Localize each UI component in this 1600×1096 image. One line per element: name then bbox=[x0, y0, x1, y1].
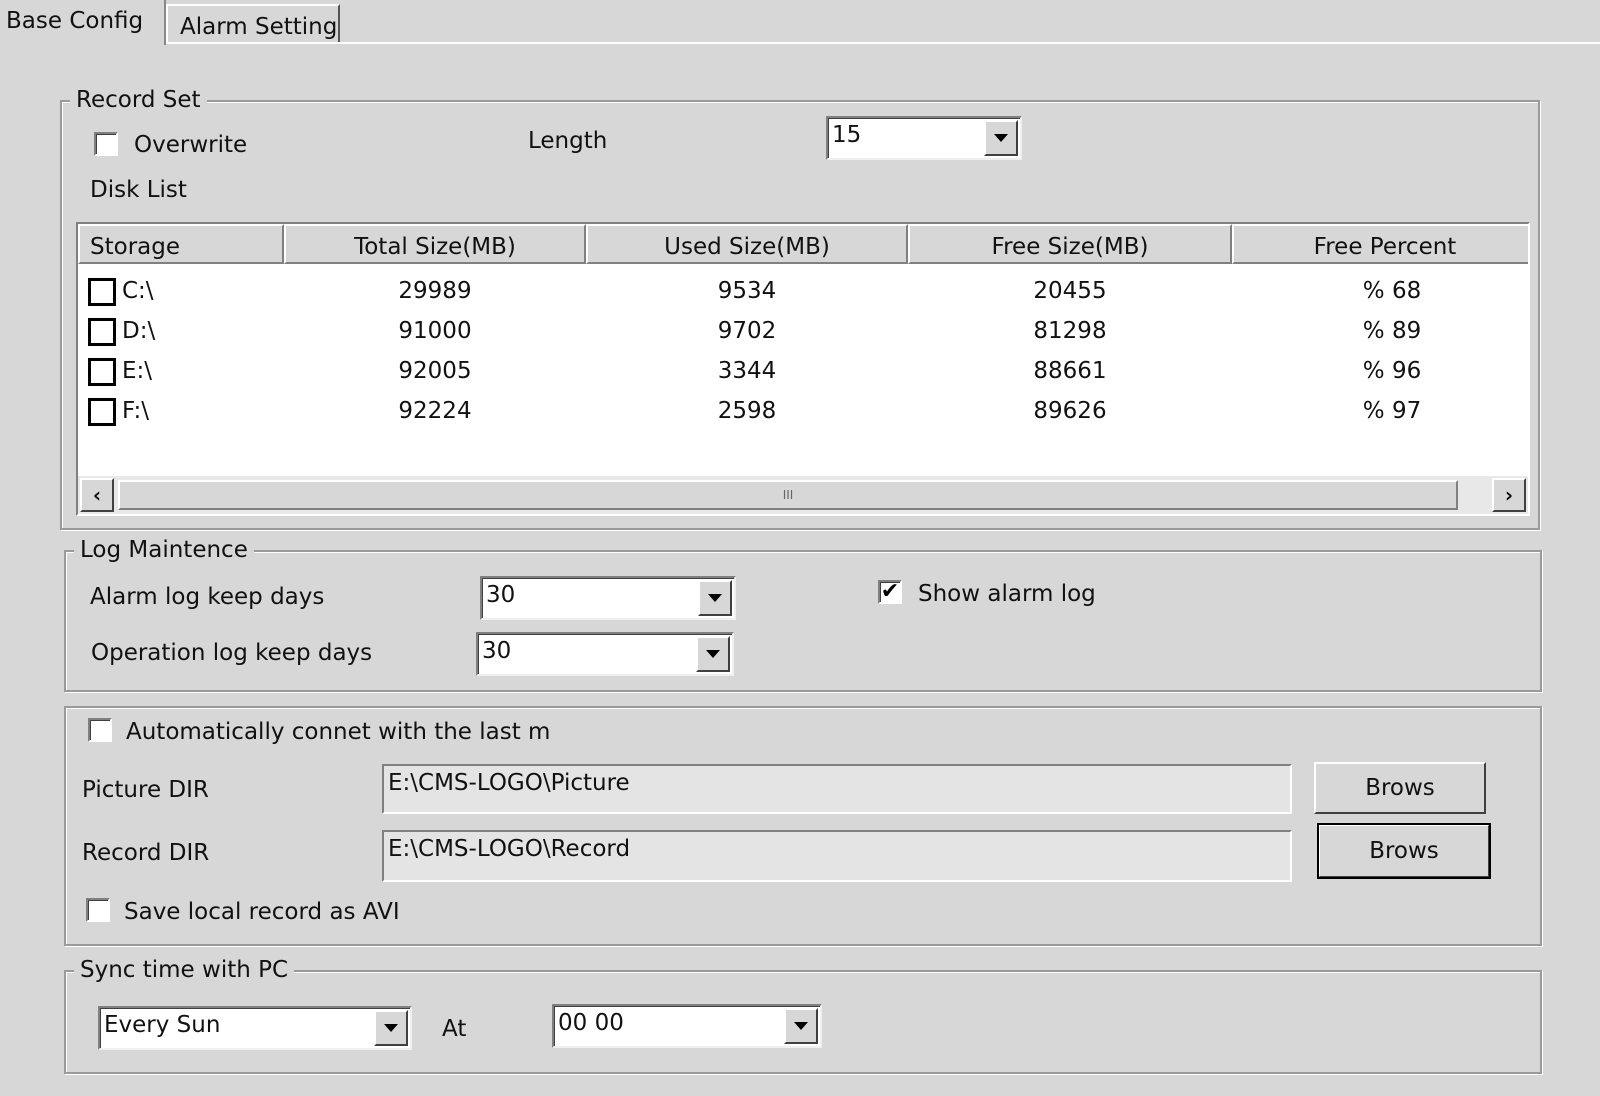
free-size-cell: 81298 bbox=[1033, 318, 1107, 344]
free-size-cell: 88661 bbox=[1033, 358, 1107, 384]
auto-connect-label: Automatically connet with the last m bbox=[126, 719, 551, 745]
storage-cell: E:\ bbox=[122, 358, 153, 384]
row-checkbox[interactable] bbox=[88, 278, 116, 306]
operation-log-days-button[interactable] bbox=[696, 636, 730, 672]
row-checkbox[interactable] bbox=[88, 398, 116, 426]
alarm-log-days-button[interactable] bbox=[698, 580, 732, 616]
overwrite-checkbox[interactable] bbox=[94, 132, 118, 156]
picture-browse-button[interactable]: Brows bbox=[1314, 762, 1486, 814]
chevron-down-icon bbox=[708, 594, 722, 602]
picture-dir-label: Picture DIR bbox=[82, 777, 209, 803]
log-maintence-legend: Log Maintence bbox=[74, 537, 254, 563]
storage-cell: F:\ bbox=[122, 398, 149, 424]
total-size-cell: 92005 bbox=[398, 358, 472, 384]
used-size-cell: 3344 bbox=[717, 358, 777, 384]
row-checkbox[interactable] bbox=[88, 318, 116, 346]
sync-time-legend: Sync time with PC bbox=[74, 957, 295, 983]
table-row[interactable]: E:\ 92005 3344 88661 % 96 bbox=[78, 350, 1528, 390]
total-size-cell: 91000 bbox=[398, 318, 472, 344]
disk-list-header: Storage Total Size(MB) Used Size(MB) Fre… bbox=[78, 224, 1528, 264]
check-icon: ✔ bbox=[880, 579, 900, 604]
sync-frequency-button[interactable] bbox=[374, 1010, 408, 1046]
table-row[interactable]: D:\ 91000 9702 81298 % 89 bbox=[78, 310, 1528, 350]
disk-list-table[interactable]: Storage Total Size(MB) Used Size(MB) Fre… bbox=[76, 222, 1530, 516]
record-set-legend: Record Set bbox=[70, 87, 207, 113]
total-size-cell: 92224 bbox=[398, 398, 472, 424]
scroll-thumb-grip: III bbox=[782, 488, 794, 502]
alarm-log-days-combo[interactable]: 30 bbox=[480, 576, 736, 620]
operation-log-days-value: 30 bbox=[482, 638, 512, 664]
record-dir-field[interactable]: E:\CMS-LOGO\Record bbox=[382, 830, 1292, 882]
length-combo-value: 15 bbox=[832, 122, 862, 148]
chevron-down-icon bbox=[994, 134, 1008, 142]
record-browse-label: Brows bbox=[1369, 838, 1439, 864]
picture-dir-value: E:\CMS-LOGO\Picture bbox=[388, 770, 630, 796]
disk-list-label: Disk List bbox=[90, 177, 187, 203]
column-free-percent[interactable]: Free Percent bbox=[1232, 224, 1528, 264]
picture-dir-field[interactable]: E:\CMS-LOGO\Picture bbox=[382, 764, 1292, 814]
picture-browse-label: Brows bbox=[1365, 775, 1435, 801]
sync-frequency-value: Every Sun bbox=[104, 1012, 221, 1038]
scroll-left-button[interactable]: ‹ bbox=[80, 478, 114, 512]
operation-log-days-combo[interactable]: 30 bbox=[476, 632, 734, 676]
storage-cell: C:\ bbox=[122, 278, 154, 304]
sync-time-button[interactable] bbox=[784, 1008, 818, 1044]
alarm-log-days-value: 30 bbox=[486, 582, 516, 608]
used-size-cell: 9702 bbox=[717, 318, 777, 344]
table-row[interactable]: C:\ 29989 9534 20455 % 68 bbox=[78, 270, 1528, 310]
chevron-down-icon bbox=[384, 1024, 398, 1032]
alarm-log-days-label: Alarm log keep days bbox=[90, 584, 325, 610]
auto-connect-checkbox[interactable] bbox=[88, 718, 112, 742]
free-percent-cell: % 89 bbox=[1362, 318, 1422, 344]
storage-cell: D:\ bbox=[122, 318, 156, 344]
log-maintence-group bbox=[64, 550, 1542, 692]
show-alarm-log-checkbox[interactable]: ✔ bbox=[878, 580, 902, 604]
tab-alarm-setting-label: Alarm Setting bbox=[180, 14, 338, 40]
length-combo[interactable]: 15 bbox=[826, 116, 1022, 160]
tab-base-config-label: Base Config bbox=[6, 8, 144, 34]
free-percent-cell: % 96 bbox=[1362, 358, 1422, 384]
at-label: At bbox=[442, 1016, 467, 1042]
free-percent-cell: % 68 bbox=[1362, 278, 1422, 304]
chevron-left-icon: ‹ bbox=[92, 483, 102, 507]
operation-log-days-label: Operation log keep days bbox=[91, 640, 373, 666]
row-checkbox[interactable] bbox=[88, 358, 116, 386]
column-total-size[interactable]: Total Size(MB) bbox=[284, 224, 586, 264]
chevron-down-icon bbox=[794, 1022, 808, 1030]
free-percent-cell: % 97 bbox=[1362, 398, 1422, 424]
save-avi-checkbox[interactable] bbox=[86, 898, 110, 922]
length-combo-button[interactable] bbox=[984, 120, 1018, 156]
overwrite-label: Overwrite bbox=[134, 132, 248, 158]
record-dir-value: E:\CMS-LOGO\Record bbox=[388, 836, 631, 862]
sync-time-combo[interactable]: 00 00 bbox=[552, 1004, 822, 1048]
column-storage[interactable]: Storage bbox=[78, 224, 284, 264]
used-size-cell: 9534 bbox=[717, 278, 777, 304]
free-size-cell: 89626 bbox=[1033, 398, 1107, 424]
chevron-down-icon bbox=[706, 650, 720, 658]
tab-alarm-setting[interactable]: Alarm Setting bbox=[166, 4, 340, 42]
free-size-cell: 20455 bbox=[1033, 278, 1107, 304]
chevron-right-icon: › bbox=[1504, 483, 1514, 507]
horizontal-scrollbar[interactable]: ‹ III › bbox=[78, 476, 1528, 514]
column-free-size[interactable]: Free Size(MB) bbox=[908, 224, 1232, 264]
sync-time-value: 00 00 bbox=[558, 1010, 624, 1036]
scroll-right-button[interactable]: › bbox=[1492, 478, 1526, 512]
record-dir-label: Record DIR bbox=[82, 840, 210, 866]
length-label: Length bbox=[528, 128, 608, 154]
scroll-thumb[interactable]: III bbox=[118, 480, 1458, 510]
record-browse-button[interactable]: Brows bbox=[1317, 823, 1491, 879]
table-row[interactable]: F:\ 92224 2598 89626 % 97 bbox=[78, 390, 1528, 430]
tab-base-config[interactable]: Base Config bbox=[0, 0, 166, 45]
show-alarm-log-label: Show alarm log bbox=[918, 581, 1096, 607]
save-avi-label: Save local record as AVI bbox=[124, 899, 400, 925]
total-size-cell: 29989 bbox=[398, 278, 472, 304]
sync-frequency-combo[interactable]: Every Sun bbox=[98, 1006, 412, 1050]
tab-strip-line bbox=[0, 42, 1600, 44]
column-used-size[interactable]: Used Size(MB) bbox=[586, 224, 908, 264]
used-size-cell: 2598 bbox=[717, 398, 777, 424]
